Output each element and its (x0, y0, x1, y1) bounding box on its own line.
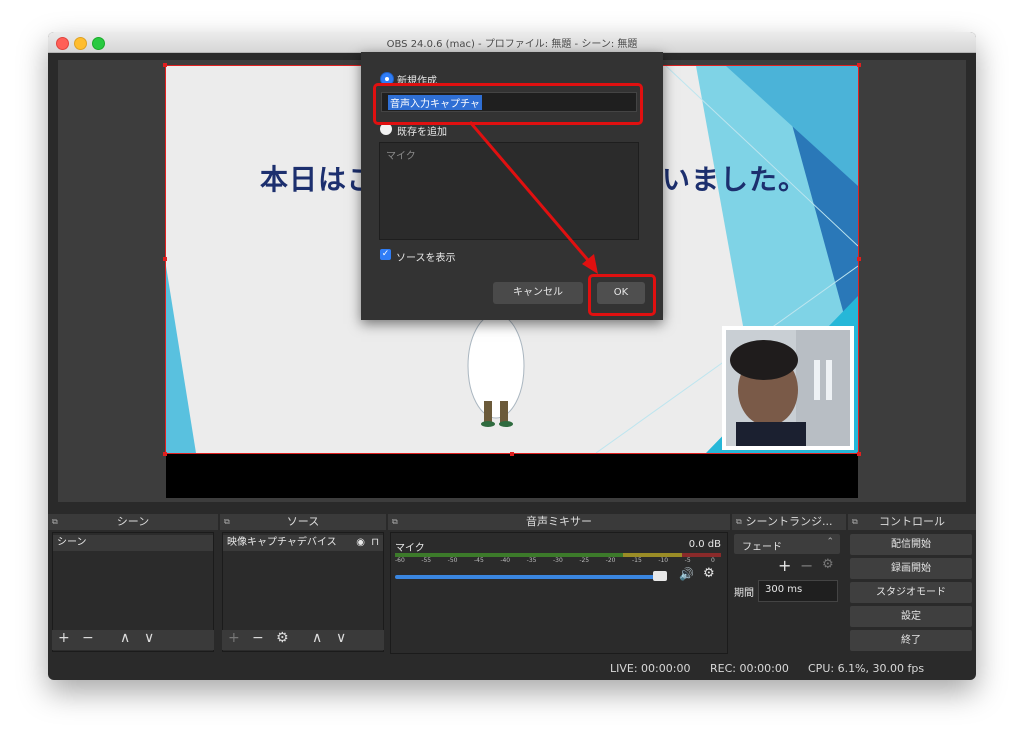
annotation-arrow (468, 121, 598, 274)
